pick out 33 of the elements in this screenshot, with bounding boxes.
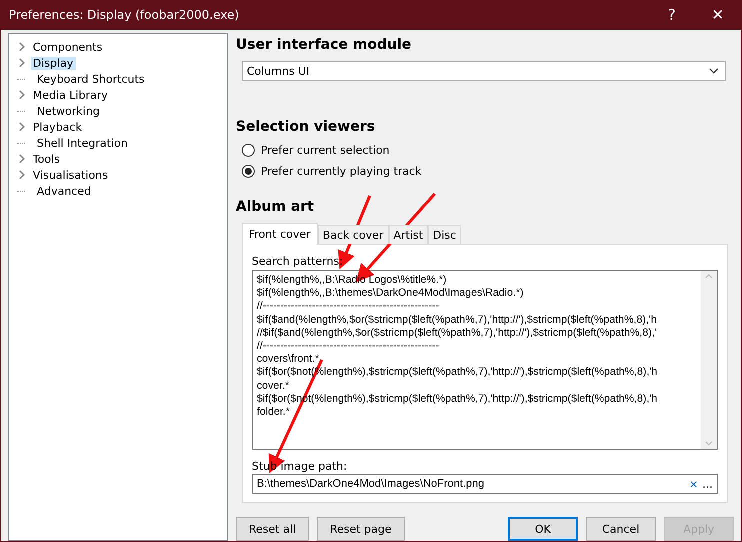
dialog-button[interactable]: Reset page xyxy=(317,517,405,541)
tree-item[interactable]: Visualisations xyxy=(31,168,110,182)
tab[interactable]: Front cover xyxy=(242,223,318,245)
help-button[interactable]: ? xyxy=(649,0,695,30)
expand-chevron-icon[interactable] xyxy=(17,122,27,132)
tab[interactable]: Artist xyxy=(388,225,428,244)
tree-item[interactable]: Networking xyxy=(35,104,102,118)
tab[interactable]: Back cover xyxy=(318,225,389,244)
tree-item[interactable]: Display xyxy=(31,56,76,70)
section-heading: Selection viewers xyxy=(236,119,376,135)
tab[interactable]: Disc xyxy=(428,225,462,244)
tree-item[interactable]: Playback xyxy=(31,120,84,134)
browse-button[interactable]: ... xyxy=(700,478,715,490)
dialog-button[interactable]: Cancel xyxy=(586,517,656,541)
tree-item[interactable]: Tools xyxy=(31,152,62,166)
ui-module-dropdown[interactable]: Columns UI xyxy=(242,61,726,81)
tree-item[interactable]: Shell Integration xyxy=(35,136,130,150)
tree-item[interactable]: Keyboard Shortcuts xyxy=(35,72,147,86)
radio-option[interactable]: Prefer current selection xyxy=(242,143,734,158)
section-heading: User interface module xyxy=(236,37,412,53)
expand-chevron-icon[interactable] xyxy=(17,90,27,100)
tree-item[interactable]: Advanced xyxy=(35,184,94,198)
dialog-button[interactable]: Reset all xyxy=(236,517,310,541)
tree-item[interactable]: Media Library xyxy=(31,88,110,102)
clear-button[interactable]: × xyxy=(687,478,700,490)
window-title: Preferences: Display (foobar2000.exe) xyxy=(9,8,240,22)
dialog-button[interactable]: OK xyxy=(508,517,578,541)
chevron-down-icon xyxy=(709,68,719,74)
radio-option[interactable]: Prefer currently playing track xyxy=(242,164,734,179)
close-button[interactable]: ✕ xyxy=(695,0,741,30)
stub-path-field[interactable]: B:\themes\DarkOne4Mod\Images\NoFront.png × ... xyxy=(252,474,718,494)
section-heading: Album art xyxy=(236,199,314,215)
tree-item[interactable]: Components xyxy=(31,40,105,54)
